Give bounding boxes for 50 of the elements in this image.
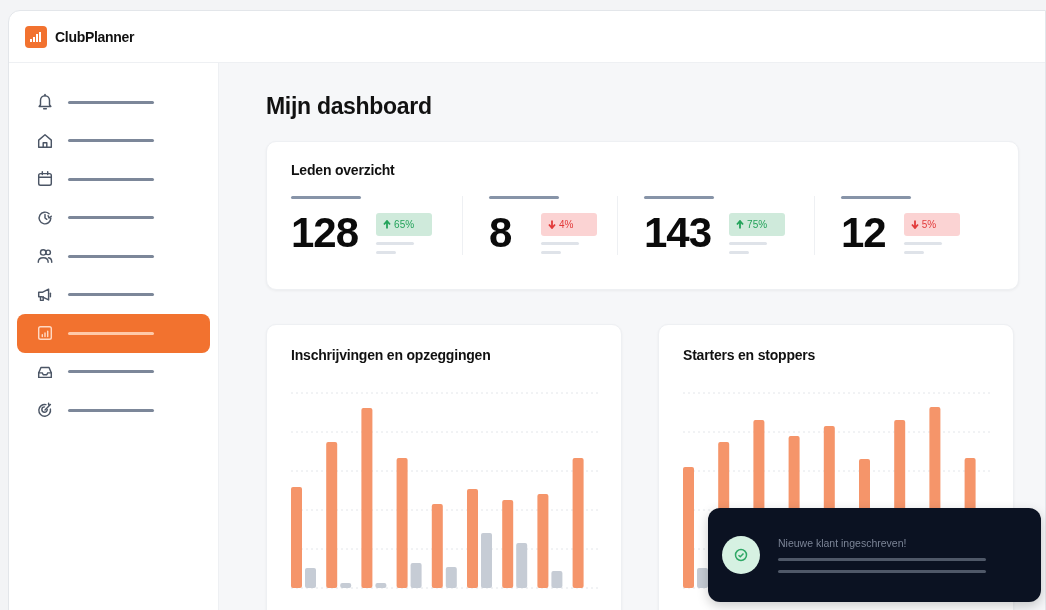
placeholder-line <box>376 242 415 245</box>
chart-bar <box>516 543 528 588</box>
toast-message: Nieuwe klant ingeschreven! <box>778 537 908 549</box>
placeholder-line <box>541 251 561 254</box>
page-title: Mijn dashboard <box>266 92 433 121</box>
arrow-up-icon <box>383 220 392 229</box>
chart-icon <box>36 324 54 343</box>
placeholder-line <box>291 196 361 199</box>
chart-bar <box>481 533 492 588</box>
stat-value: 8 <box>489 211 513 255</box>
stat-value: 128 <box>291 211 359 255</box>
check-circle-icon <box>734 548 748 562</box>
placeholder-line <box>376 251 397 254</box>
placeholder-line <box>729 251 750 254</box>
arrow-down-icon <box>910 220 919 229</box>
card-title: Leden overzicht <box>291 162 396 178</box>
placeholder-line <box>541 242 579 245</box>
stat-value: 143 <box>644 211 712 255</box>
chart-bar <box>697 568 708 588</box>
stat-value: 12 <box>841 211 886 255</box>
chart-title: Starters en stoppers <box>683 347 817 363</box>
chart-bar <box>410 563 422 588</box>
people-icon <box>36 247 54 266</box>
app-name: ClubPlanner <box>55 28 135 45</box>
change-badge: 65% <box>376 213 433 236</box>
bell-icon <box>36 93 54 112</box>
chart-bar <box>375 583 387 588</box>
placeholder-line <box>903 251 924 254</box>
clock-icon <box>36 208 54 227</box>
chart-bar <box>445 567 457 588</box>
calendar-icon <box>36 170 54 189</box>
logo-icon <box>25 25 47 48</box>
change-badge: 4% <box>541 213 597 236</box>
placeholder-line <box>729 242 768 245</box>
chart-title: Inschrijvingen en opzeggingen <box>291 347 492 363</box>
change-badge: 75% <box>729 213 786 236</box>
change-badge: 5% <box>903 213 960 236</box>
chart-bar <box>305 568 316 588</box>
arrow-down-icon <box>548 220 556 229</box>
chart-bar <box>340 583 352 588</box>
home-icon <box>36 131 54 150</box>
placeholder-line <box>841 196 911 199</box>
placeholder-line <box>644 196 714 199</box>
chart-bar <box>551 571 563 588</box>
target-icon <box>36 401 54 420</box>
sidebar-item[interactable] <box>17 314 210 353</box>
placeholder-line <box>489 196 559 199</box>
megaphone-icon <box>36 285 54 304</box>
placeholder-line <box>903 242 942 245</box>
arrow-up-icon <box>736 220 745 229</box>
